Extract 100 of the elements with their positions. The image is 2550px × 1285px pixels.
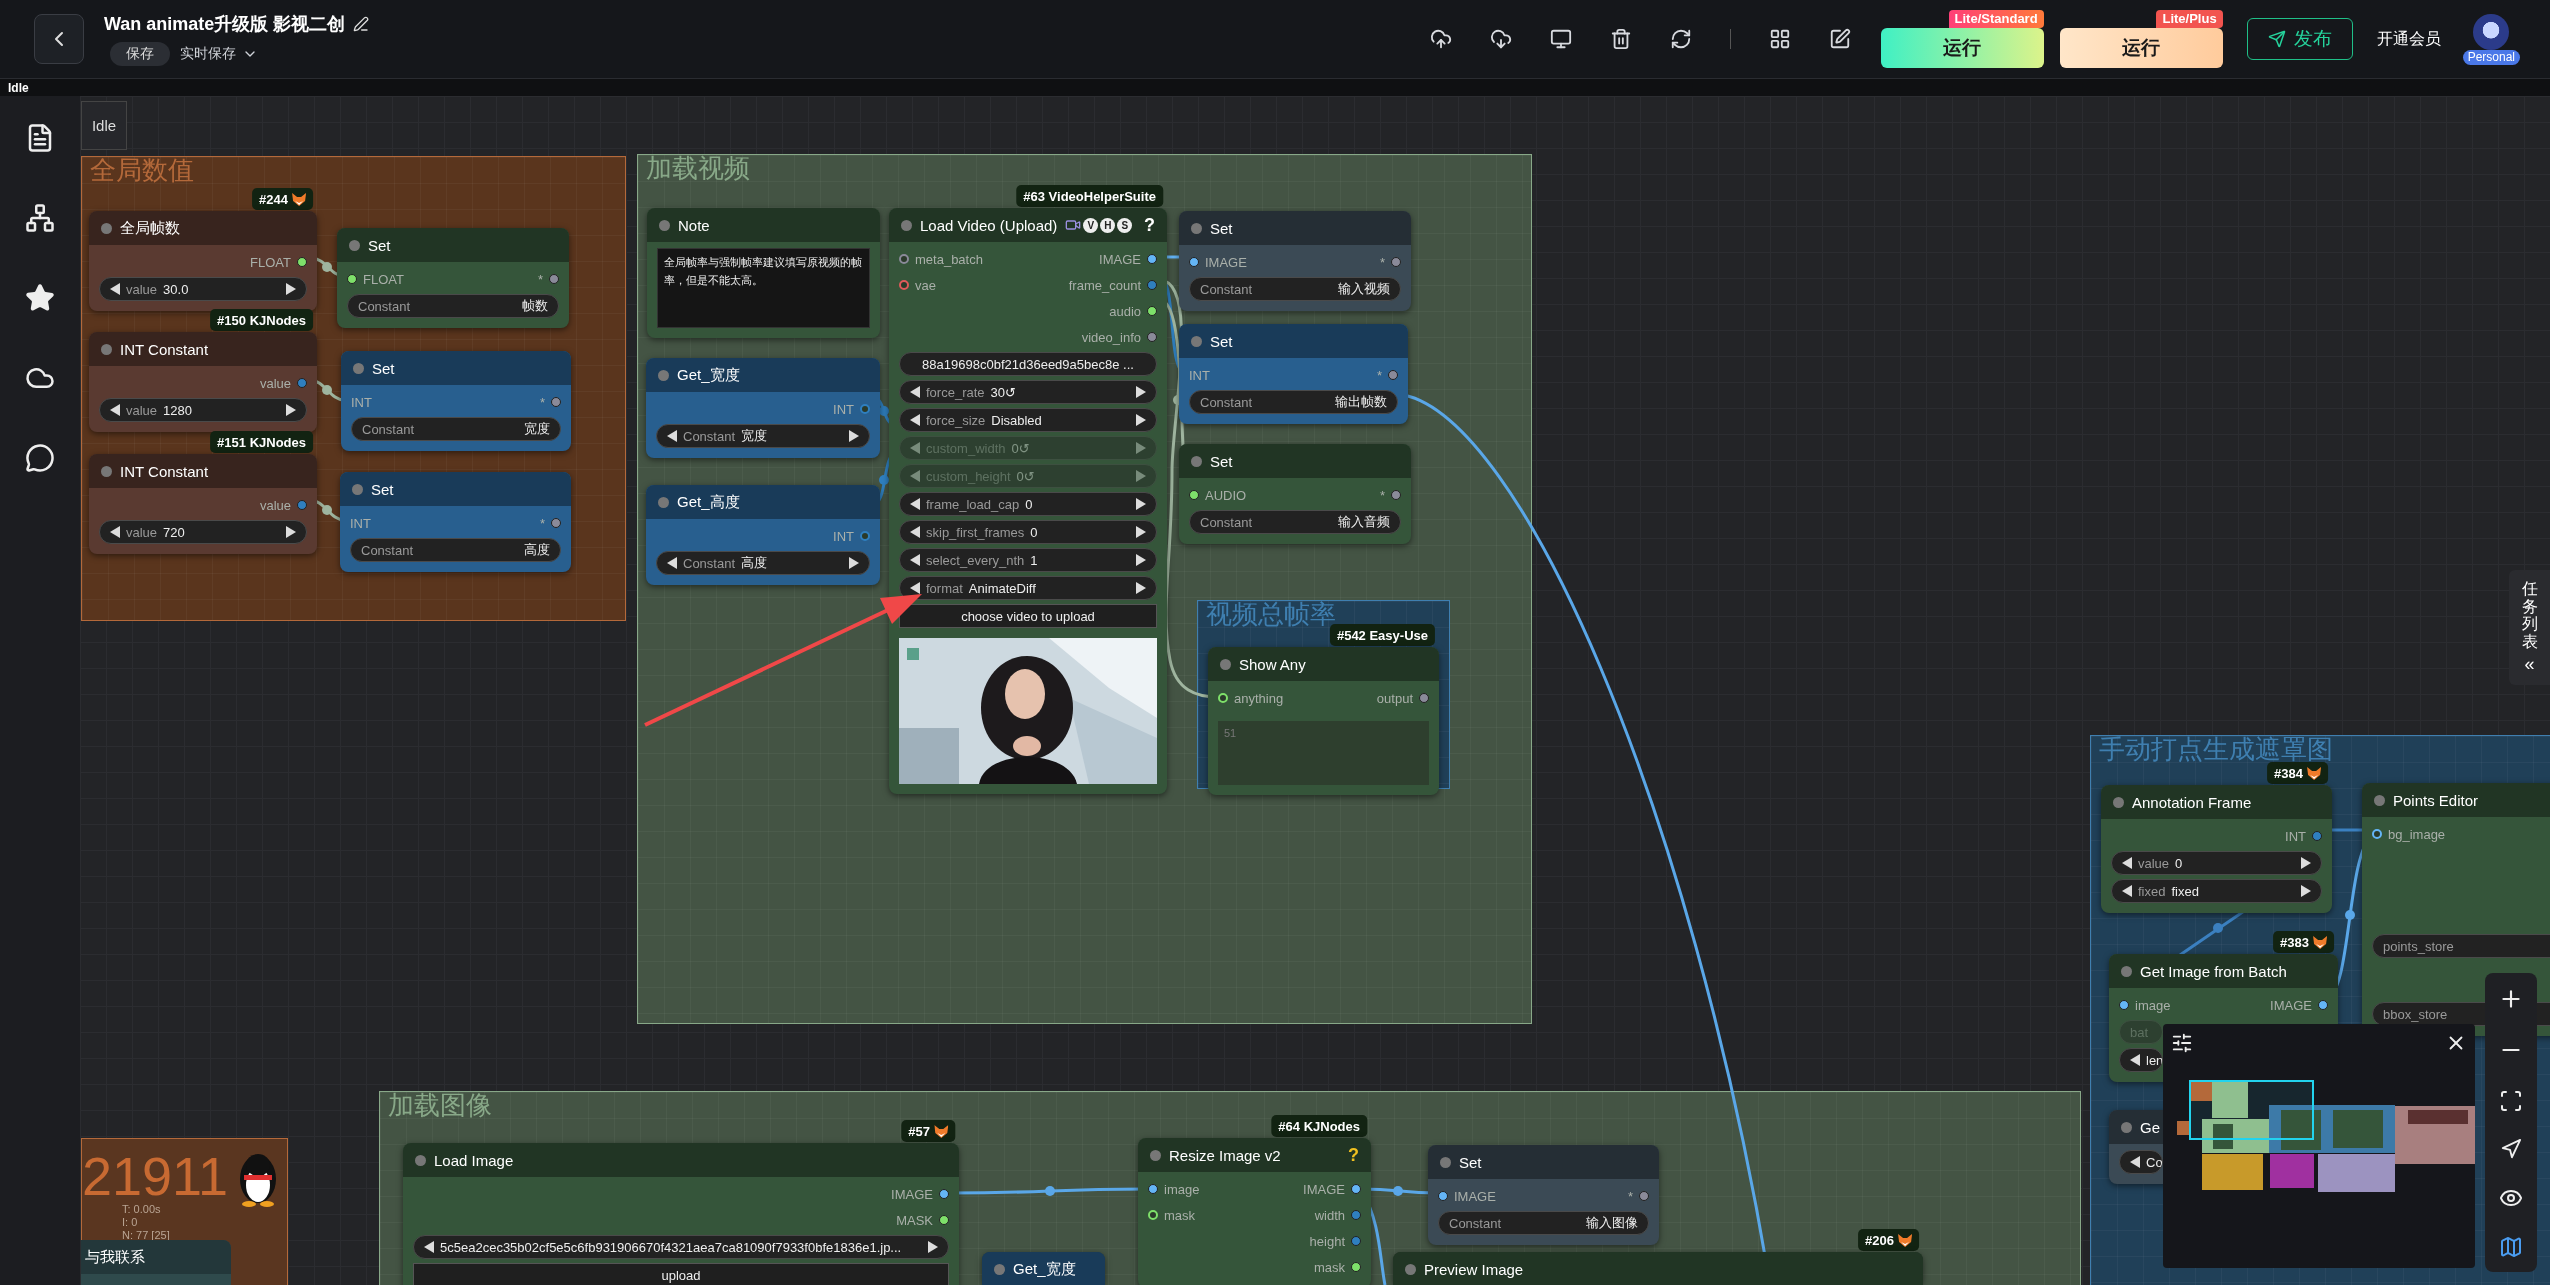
refresh-icon[interactable] <box>1669 28 1692 50</box>
network-icon[interactable] <box>25 203 55 233</box>
trash-icon[interactable] <box>1609 28 1632 50</box>
map-icon[interactable] <box>2499 1235 2523 1260</box>
collapse-dot-icon[interactable] <box>2121 965 2132 977</box>
input-dot-icon[interactable] <box>2372 829 2382 839</box>
stepper-widget[interactable]: force_rate 30↺ <box>899 380 1157 404</box>
stepper-widget[interactable]: frame_load_cap 0 <box>899 492 1157 516</box>
chat-icon[interactable] <box>25 443 55 473</box>
collapse-dot-icon[interactable] <box>1191 455 1202 467</box>
output-dot-icon[interactable] <box>939 1189 949 1199</box>
run-button[interactable]: 运行 <box>2059 28 2223 68</box>
stepper-widget[interactable]: 5c5ea2cec35b02cf5e5c6fb931906670f4321aea7ca81090f7933f0bfe1836e1.jp... <box>413 1235 949 1259</box>
text-widget[interactable]: Constant 宽度 <box>351 417 561 441</box>
collapse-dot-icon[interactable] <box>658 496 669 508</box>
input-dot-icon[interactable] <box>347 274 357 284</box>
input-dot-icon[interactable] <box>1438 1191 1448 1201</box>
output-dot-icon[interactable] <box>1419 693 1429 703</box>
output-dot-icon[interactable] <box>860 404 870 414</box>
collapse-dot-icon[interactable] <box>101 222 112 234</box>
output-dot-icon[interactable] <box>1351 1262 1361 1272</box>
output-dot-icon[interactable] <box>549 274 559 284</box>
collapse-dot-icon[interactable] <box>1150 1149 1161 1161</box>
stepper-widget[interactable]: skip_first_frames 0 <box>899 520 1157 544</box>
collapse-dot-icon[interactable] <box>901 219 912 231</box>
fit-view-icon[interactable] <box>2499 1088 2523 1113</box>
input-dot-icon[interactable] <box>1189 257 1199 267</box>
collapse-dot-icon[interactable] <box>353 362 364 374</box>
run-button[interactable]: 运行 <box>1880 28 2044 68</box>
output-dot-icon[interactable] <box>939 1215 949 1225</box>
help-mark[interactable]: ? <box>1348 1144 1359 1166</box>
node-canvas[interactable] <box>80 96 2550 1285</box>
text-widget[interactable]: Constant 输出帧数 <box>1189 390 1398 414</box>
help-mark[interactable]: ? <box>1144 214 1155 236</box>
collapse-dot-icon[interactable] <box>658 369 669 381</box>
upload-button[interactable]: upload <box>413 1263 949 1285</box>
pencil-icon[interactable] <box>353 16 370 32</box>
stepper-widget[interactable]: Constant 宽度 <box>656 424 870 448</box>
output-dot-icon[interactable] <box>1147 280 1157 290</box>
output-dot-icon[interactable] <box>2312 831 2322 841</box>
collapse-dot-icon[interactable] <box>1220 658 1231 670</box>
stepper-widget[interactable]: Co <box>2119 1150 2163 1174</box>
output-dot-icon[interactable] <box>1147 332 1157 342</box>
collapse-dot-icon[interactable] <box>1191 222 1202 234</box>
stepper-widget[interactable]: value 30.0 <box>99 277 307 301</box>
text-widget[interactable]: Constant 帧数 <box>347 294 559 318</box>
output-dot-icon[interactable] <box>2318 1000 2328 1010</box>
output-dot-icon[interactable] <box>1391 257 1401 267</box>
collapse-dot-icon[interactable] <box>415 1154 426 1166</box>
avatar[interactable] <box>2473 13 2510 50</box>
grid-icon[interactable] <box>1768 28 1791 50</box>
monitor-icon[interactable] <box>1549 28 1572 50</box>
text-widget[interactable]: points_store <box>2372 934 2550 958</box>
output-dot-icon[interactable] <box>297 378 307 388</box>
stepper-widget[interactable]: force_size Disabled <box>899 408 1157 432</box>
collapse-dot-icon[interactable] <box>101 343 112 355</box>
collapse-dot-icon[interactable] <box>2113 796 2124 808</box>
input-dot-icon[interactable] <box>2119 1000 2129 1010</box>
collapse-toggle[interactable]: « <box>2524 654 2535 676</box>
text-widget[interactable]: Constant 输入音频 <box>1189 510 1401 534</box>
input-dot-icon[interactable] <box>1189 490 1199 500</box>
collapse-dot-icon[interactable] <box>2374 794 2385 806</box>
output-dot-icon[interactable] <box>551 397 561 407</box>
output-dot-icon[interactable] <box>1351 1210 1361 1220</box>
output-dot-icon[interactable] <box>297 500 307 510</box>
stepper-widget[interactable]: value 1280 <box>99 398 307 422</box>
output-dot-icon[interactable] <box>1351 1236 1361 1246</box>
collapse-dot-icon[interactable] <box>1440 1156 1451 1168</box>
output-dot-icon[interactable] <box>1639 1191 1649 1201</box>
stepper-widget[interactable]: Constant 高度 <box>656 551 870 575</box>
input-dot-icon[interactable] <box>899 280 909 290</box>
collapse-dot-icon[interactable] <box>1191 335 1202 347</box>
collapse-dot-icon[interactable] <box>1405 1263 1416 1275</box>
output-dot-icon[interactable] <box>1147 306 1157 316</box>
settings-icon[interactable] <box>2171 1032 2193 1054</box>
output-dot-icon[interactable] <box>1391 490 1401 500</box>
autosave-dropdown[interactable]: 实时保存 <box>180 45 258 63</box>
output-dot-icon[interactable] <box>1388 370 1398 380</box>
stepper-widget[interactable]: format AnimateDiff <box>899 576 1157 600</box>
stepper-widget[interactable]: value 720 <box>99 520 307 544</box>
output-dot-icon[interactable] <box>1351 1184 1361 1194</box>
collapse-dot-icon[interactable] <box>349 239 360 251</box>
input-dot-icon[interactable] <box>899 254 909 264</box>
collapse-dot-icon[interactable] <box>659 219 670 231</box>
output-dot-icon[interactable] <box>551 518 561 528</box>
download-icon[interactable] <box>1489 28 1512 50</box>
output-dot-icon[interactable] <box>297 257 307 267</box>
collapse-dot-icon[interactable] <box>994 1263 1005 1275</box>
stepper-widget[interactable]: value 0 <box>2111 851 2322 875</box>
publish-button[interactable]: 发布 <box>2246 18 2353 60</box>
stepper-widget[interactable]: fixed fixed <box>2111 879 2322 903</box>
output-dot-icon[interactable] <box>860 531 870 541</box>
output-dot-icon[interactable] <box>1147 254 1157 264</box>
edit-icon[interactable] <box>1828 28 1851 50</box>
upload-icon[interactable] <box>1429 28 1452 50</box>
text-widget[interactable]: Constant 输入图像 <box>1438 1211 1649 1235</box>
save-button[interactable]: 保存 <box>110 42 170 66</box>
membership-link[interactable]: 开通会员 <box>2376 28 2441 50</box>
stepper-widget[interactable]: select_every_nth 1 <box>899 548 1157 572</box>
collapse-dot-icon[interactable] <box>101 465 112 477</box>
